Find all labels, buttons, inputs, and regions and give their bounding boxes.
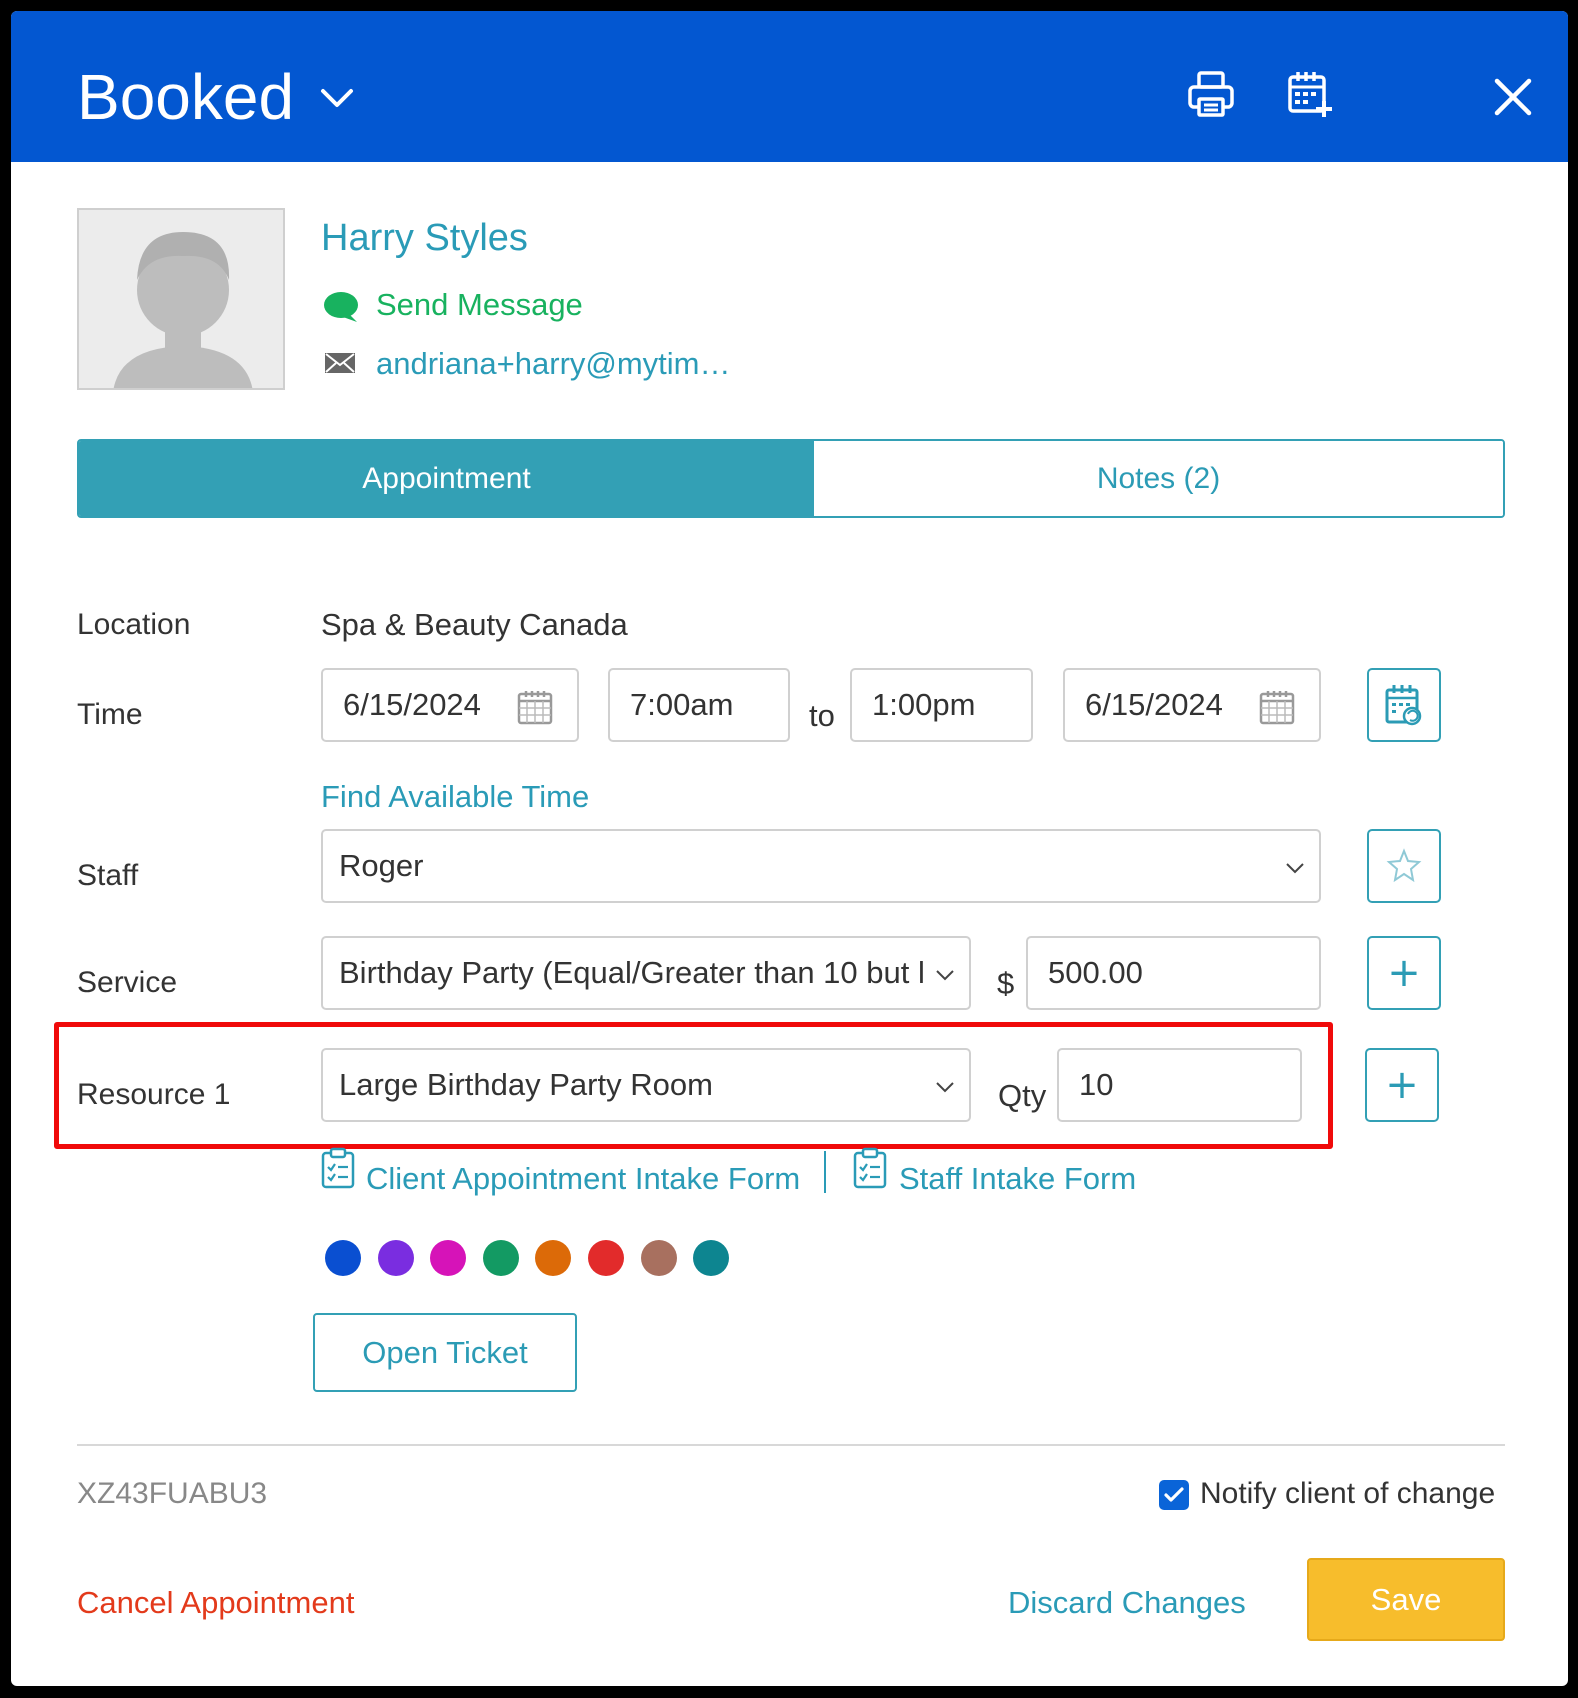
currency-symbol: $	[997, 966, 1015, 1001]
clipboard-check-icon	[853, 1147, 887, 1189]
clipboard-check-icon	[321, 1147, 355, 1189]
resource-select[interactable]: Large Birthday Party Room	[321, 1048, 971, 1122]
footer-divider	[77, 1444, 1505, 1446]
calendar-add-icon[interactable]	[1286, 69, 1334, 121]
service-select-value: Birthday Party (Equal/Greater than 10 bu…	[339, 955, 925, 990]
color-swatch[interactable]	[693, 1240, 730, 1276]
chevron-down-icon	[936, 970, 954, 981]
client-avatar	[77, 208, 285, 390]
discard-changes-link[interactable]: Discard Changes	[1008, 1583, 1246, 1623]
color-swatch[interactable]	[535, 1240, 572, 1276]
chevron-down-icon	[936, 1082, 954, 1093]
calendar-icon[interactable]	[517, 689, 553, 725]
staff-select-value: Roger	[339, 848, 424, 883]
close-icon[interactable]	[1489, 69, 1537, 121]
printer-icon[interactable]	[1187, 69, 1235, 121]
price-input[interactable]: 500.00	[1026, 936, 1321, 1010]
time-to-label: to	[809, 698, 835, 733]
client-intake-form-link[interactable]: Client Appointment Intake Form	[366, 1159, 800, 1199]
appointment-code: XZ43FUABU3	[77, 1477, 268, 1510]
service-label: Service	[77, 966, 178, 999]
find-available-time-link[interactable]: Find Available Time	[321, 777, 589, 817]
favorite-staff-button[interactable]	[1367, 829, 1441, 903]
tab-bar: Appointment Notes (2)	[77, 439, 1505, 518]
envelope-icon	[325, 353, 355, 373]
add-service-button[interactable]: +	[1367, 936, 1441, 1010]
start-time-value: 7:00am	[630, 687, 734, 722]
service-select[interactable]: Birthday Party (Equal/Greater than 10 bu…	[321, 936, 971, 1010]
staff-select[interactable]: Roger	[321, 829, 1321, 903]
start-time-input[interactable]: 7:00am	[608, 668, 790, 742]
notify-checkbox[interactable]	[1159, 1480, 1189, 1510]
calendar-repeat-icon	[1385, 685, 1422, 726]
appointment-dialog: Booked Harry Styles Send Message andrian…	[11, 11, 1568, 1686]
send-message-link[interactable]: Send Message	[376, 285, 583, 325]
link-separator	[824, 1151, 826, 1193]
qty-input[interactable]: 10	[1057, 1048, 1302, 1122]
checkmark-icon	[1164, 1487, 1184, 1502]
save-button[interactable]: Save	[1307, 1558, 1505, 1641]
location-value: Spa & Beauty Canada	[321, 607, 628, 642]
start-date-input[interactable]: 6/15/2024	[321, 668, 579, 742]
star-icon	[1386, 848, 1422, 883]
person-silhouette-icon	[113, 232, 253, 388]
chevron-down-icon	[1286, 863, 1304, 874]
calendar-icon[interactable]	[1259, 689, 1295, 725]
end-date-input[interactable]: 6/15/2024	[1063, 668, 1321, 742]
client-email-link[interactable]: andriana+harry@mytim…	[376, 344, 731, 384]
price-value: 500.00	[1048, 955, 1143, 990]
cancel-appointment-link[interactable]: Cancel Appointment	[77, 1583, 354, 1623]
plus-icon: +	[1385, 1062, 1419, 1108]
time-label: Time	[77, 698, 143, 731]
plus-icon: +	[1387, 950, 1421, 996]
dialog-header: Booked	[11, 11, 1568, 162]
location-label: Location	[77, 608, 191, 641]
color-swatch[interactable]	[640, 1240, 677, 1276]
notify-label[interactable]: Notify client of change	[1200, 1475, 1495, 1513]
end-time-value: 1:00pm	[872, 687, 976, 722]
staff-label: Staff	[77, 859, 139, 892]
tab-notes[interactable]: Notes (2)	[814, 441, 1503, 516]
recurring-calendar-button[interactable]	[1367, 668, 1441, 742]
tab-appointment[interactable]: Appointment	[79, 441, 814, 516]
chat-bubble-icon	[324, 292, 358, 322]
resource-label: Resource 1	[77, 1078, 231, 1111]
color-swatch[interactable]	[325, 1240, 361, 1276]
start-date-value: 6/15/2024	[343, 687, 481, 722]
staff-intake-form-link[interactable]: Staff Intake Form	[899, 1159, 1136, 1199]
chevron-down-icon[interactable]	[317, 83, 357, 113]
add-resource-button[interactable]: +	[1365, 1048, 1439, 1122]
color-swatch[interactable]	[430, 1240, 467, 1276]
qty-label: Qty	[998, 1078, 1047, 1113]
color-swatch[interactable]	[588, 1240, 624, 1276]
client-name[interactable]: Harry Styles	[321, 215, 528, 261]
open-ticket-button[interactable]: Open Ticket	[313, 1313, 577, 1392]
status-title[interactable]: Booked	[77, 59, 294, 135]
end-date-value: 6/15/2024	[1085, 687, 1223, 722]
qty-value: 10	[1079, 1067, 1114, 1102]
color-swatch[interactable]	[482, 1240, 519, 1276]
end-time-input[interactable]: 1:00pm	[850, 668, 1033, 742]
color-swatch[interactable]	[377, 1240, 414, 1276]
resource-select-value: Large Birthday Party Room	[339, 1067, 713, 1102]
